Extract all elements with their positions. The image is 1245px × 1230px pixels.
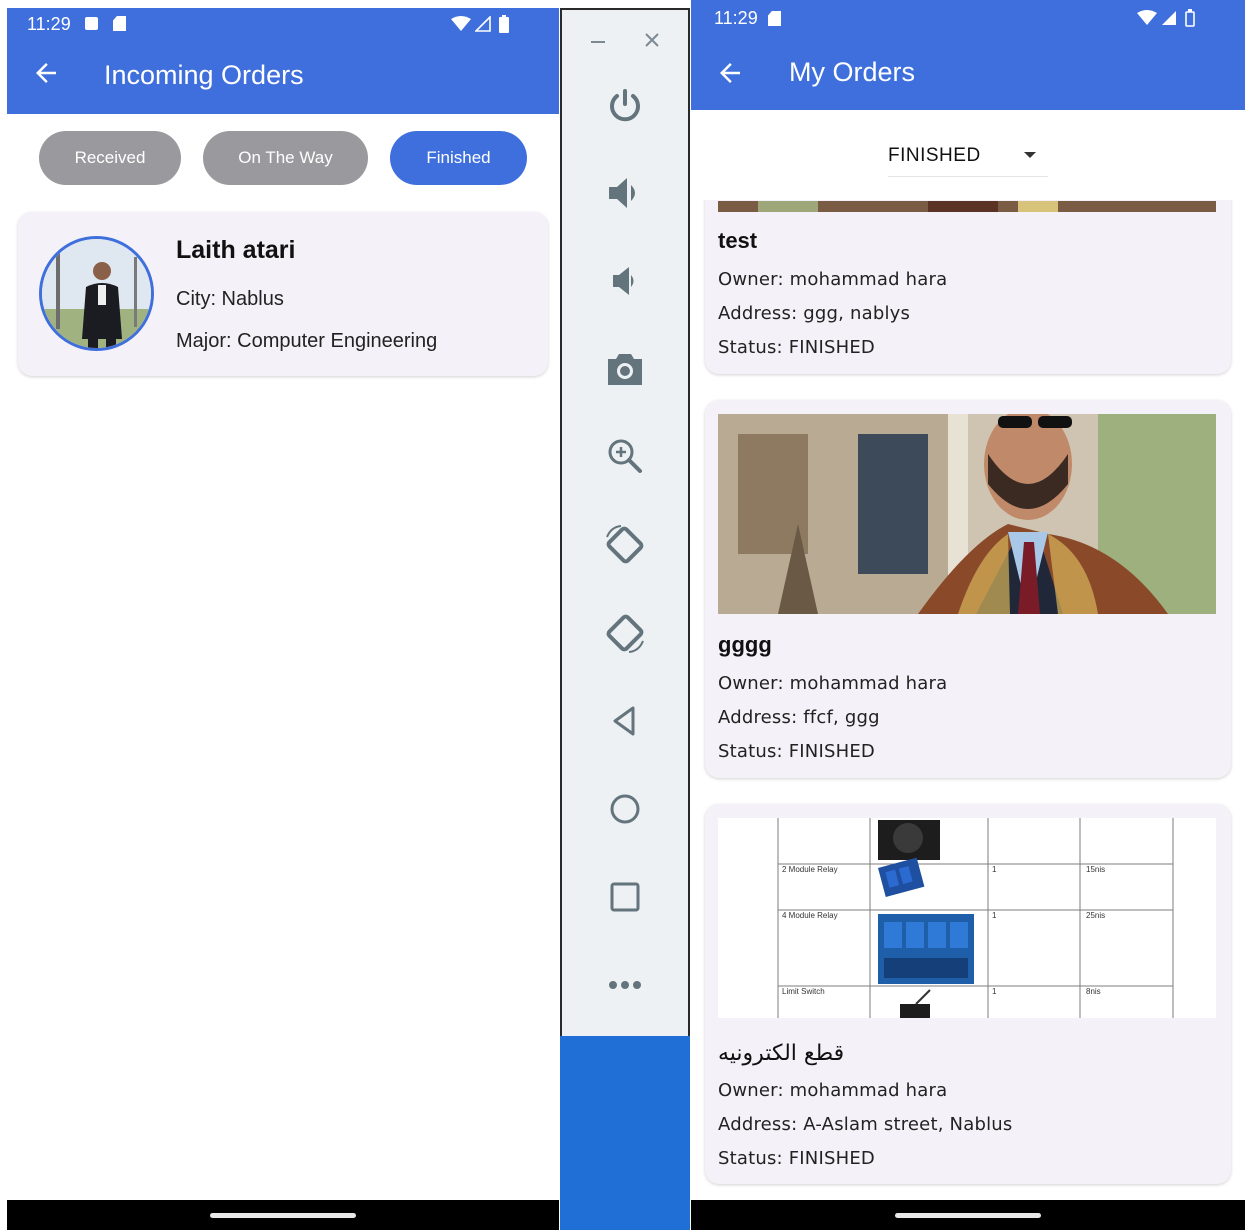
dropdown-arrow-icon bbox=[1024, 152, 1036, 158]
wifi-icon bbox=[1137, 10, 1157, 25]
app-bar: 11:29 Incoming Orders bbox=[7, 8, 559, 114]
order-image bbox=[718, 414, 1216, 614]
status-time: 11:29 bbox=[27, 14, 71, 34]
order-title: قطع الكترونيه bbox=[718, 1040, 844, 1066]
table-item-qty: 1 bbox=[992, 987, 997, 996]
avatar bbox=[39, 236, 154, 351]
left-phone-screen: 11:29 Incoming Orders Received On The Wa… bbox=[7, 8, 559, 1230]
signal-icon bbox=[475, 16, 491, 32]
page-title: My Orders bbox=[789, 57, 916, 87]
person-city: City: Nablus bbox=[176, 288, 284, 310]
close-icon[interactable] bbox=[640, 28, 664, 52]
status-icons bbox=[451, 14, 521, 34]
status-icons bbox=[1137, 8, 1207, 28]
table-item-price: 15nis bbox=[1086, 865, 1105, 874]
notification-icon bbox=[85, 17, 98, 30]
order-image bbox=[718, 200, 1216, 212]
sd-card-icon bbox=[768, 11, 781, 26]
order-card[interactable]: gggg Owner: mohammad hara Address: ffcf,… bbox=[705, 400, 1231, 778]
table-item-price: 8nis bbox=[1086, 987, 1101, 996]
table-item-name: 2 Module Relay bbox=[782, 865, 838, 874]
back-icon[interactable] bbox=[562, 691, 688, 751]
camera-icon[interactable] bbox=[562, 339, 688, 399]
rotate-left-icon[interactable] bbox=[562, 515, 688, 575]
status-time: 11:29 bbox=[714, 8, 758, 28]
order-owner: Owner: mohammad hara bbox=[718, 1080, 948, 1101]
right-phone-screen: 11:29 My Orders FINISHED test Owner: moh… bbox=[691, 0, 1245, 1230]
order-card[interactable]: test Owner: mohammad hara Address: ggg, … bbox=[705, 200, 1231, 374]
home-gesture-handle[interactable] bbox=[210, 1213, 356, 1218]
table-item-name: 4 Module Relay bbox=[782, 911, 838, 920]
home-icon[interactable] bbox=[562, 779, 688, 839]
zoom-in-icon[interactable] bbox=[562, 426, 688, 486]
orders-list[interactable]: test Owner: mohammad hara Address: ggg, … bbox=[691, 200, 1245, 1200]
more-icon[interactable] bbox=[562, 955, 688, 1015]
overview-icon[interactable] bbox=[562, 867, 688, 927]
tab-finished[interactable]: Finished bbox=[390, 131, 527, 185]
back-arrow-icon[interactable] bbox=[715, 58, 745, 88]
volume-up-icon[interactable] bbox=[562, 163, 688, 223]
person-name: Laith atari bbox=[176, 236, 296, 264]
back-arrow-icon[interactable] bbox=[31, 58, 61, 88]
toolbar-footer bbox=[560, 1036, 690, 1230]
navigation-bar bbox=[7, 1200, 559, 1230]
sd-card-icon bbox=[113, 16, 126, 31]
order-status: Status: FINISHED bbox=[718, 741, 875, 762]
navigation-bar bbox=[691, 1200, 1245, 1230]
battery-icon bbox=[1185, 9, 1195, 27]
tab-received[interactable]: Received bbox=[39, 131, 181, 185]
order-address: Address: ggg, nablys bbox=[718, 303, 911, 324]
volume-down-icon[interactable] bbox=[562, 251, 688, 311]
order-image: 2 Module Relay 4 Module Relay Limit Swit… bbox=[718, 818, 1216, 1018]
wifi-icon bbox=[451, 16, 471, 31]
order-address: Address: ffcf, ggg bbox=[718, 707, 880, 728]
person-card[interactable]: Laith atari City: Nablus Major: Computer… bbox=[18, 212, 548, 376]
app-bar: 11:29 My Orders bbox=[691, 0, 1245, 110]
order-title-text: قطع الكترونيه bbox=[718, 1041, 845, 1066]
table-item-qty: 1 bbox=[992, 865, 997, 874]
order-owner: Owner: mohammad hara bbox=[718, 269, 948, 290]
table-item-name: Limit Switch bbox=[782, 987, 825, 996]
order-card[interactable]: 2 Module Relay 4 Module Relay Limit Swit… bbox=[705, 804, 1231, 1184]
table-item-price: 25nis bbox=[1086, 911, 1105, 920]
order-title: gggg bbox=[718, 632, 772, 657]
order-status: Status: FINISHED bbox=[718, 337, 875, 358]
signal-icon bbox=[1162, 11, 1176, 25]
screen: 11:29 Incoming Orders Received On The Wa… bbox=[0, 0, 1245, 1230]
tab-on-the-way[interactable]: On The Way bbox=[203, 131, 368, 185]
table-item-qty: 1 bbox=[992, 911, 997, 920]
page-title: Incoming Orders bbox=[104, 60, 304, 90]
order-title: test bbox=[718, 228, 758, 253]
status-filter-dropdown[interactable]: FINISHED bbox=[888, 133, 1048, 177]
order-address: Address: A-Aslam street, Nablus bbox=[718, 1114, 1013, 1135]
home-gesture-handle[interactable] bbox=[895, 1213, 1041, 1218]
parts-table-image: 2 Module Relay 4 Module Relay Limit Swit… bbox=[718, 818, 1216, 1018]
order-status: Status: FINISHED bbox=[718, 1148, 875, 1169]
minimize-icon[interactable] bbox=[586, 28, 610, 52]
order-owner: Owner: mohammad hara bbox=[718, 673, 948, 694]
rotate-right-icon[interactable] bbox=[562, 603, 688, 663]
emulator-toolbar bbox=[560, 8, 690, 1038]
person-major: Major: Computer Engineering bbox=[176, 330, 438, 352]
battery-icon bbox=[499, 15, 509, 33]
power-icon[interactable] bbox=[562, 76, 688, 136]
status-filter-value: FINISHED bbox=[888, 145, 981, 166]
avatar-photo bbox=[42, 239, 151, 348]
